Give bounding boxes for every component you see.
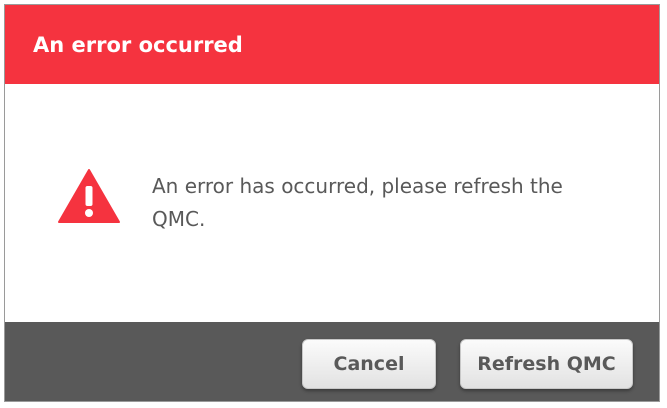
error-message: An error has occurred, please refresh th… <box>152 174 563 231</box>
dialog-title: An error occurred <box>33 33 243 57</box>
error-dialog: An error occurred An error has occurred,… <box>4 4 660 402</box>
dialog-header: An error occurred <box>5 5 659 84</box>
dialog-body: An error has occurred, please refresh th… <box>5 84 659 322</box>
refresh-qmc-button[interactable]: Refresh QMC <box>460 339 633 389</box>
cancel-button[interactable]: Cancel <box>302 339 436 389</box>
dialog-footer: Cancel Refresh QMC <box>5 322 659 401</box>
warning-icon <box>58 169 120 223</box>
